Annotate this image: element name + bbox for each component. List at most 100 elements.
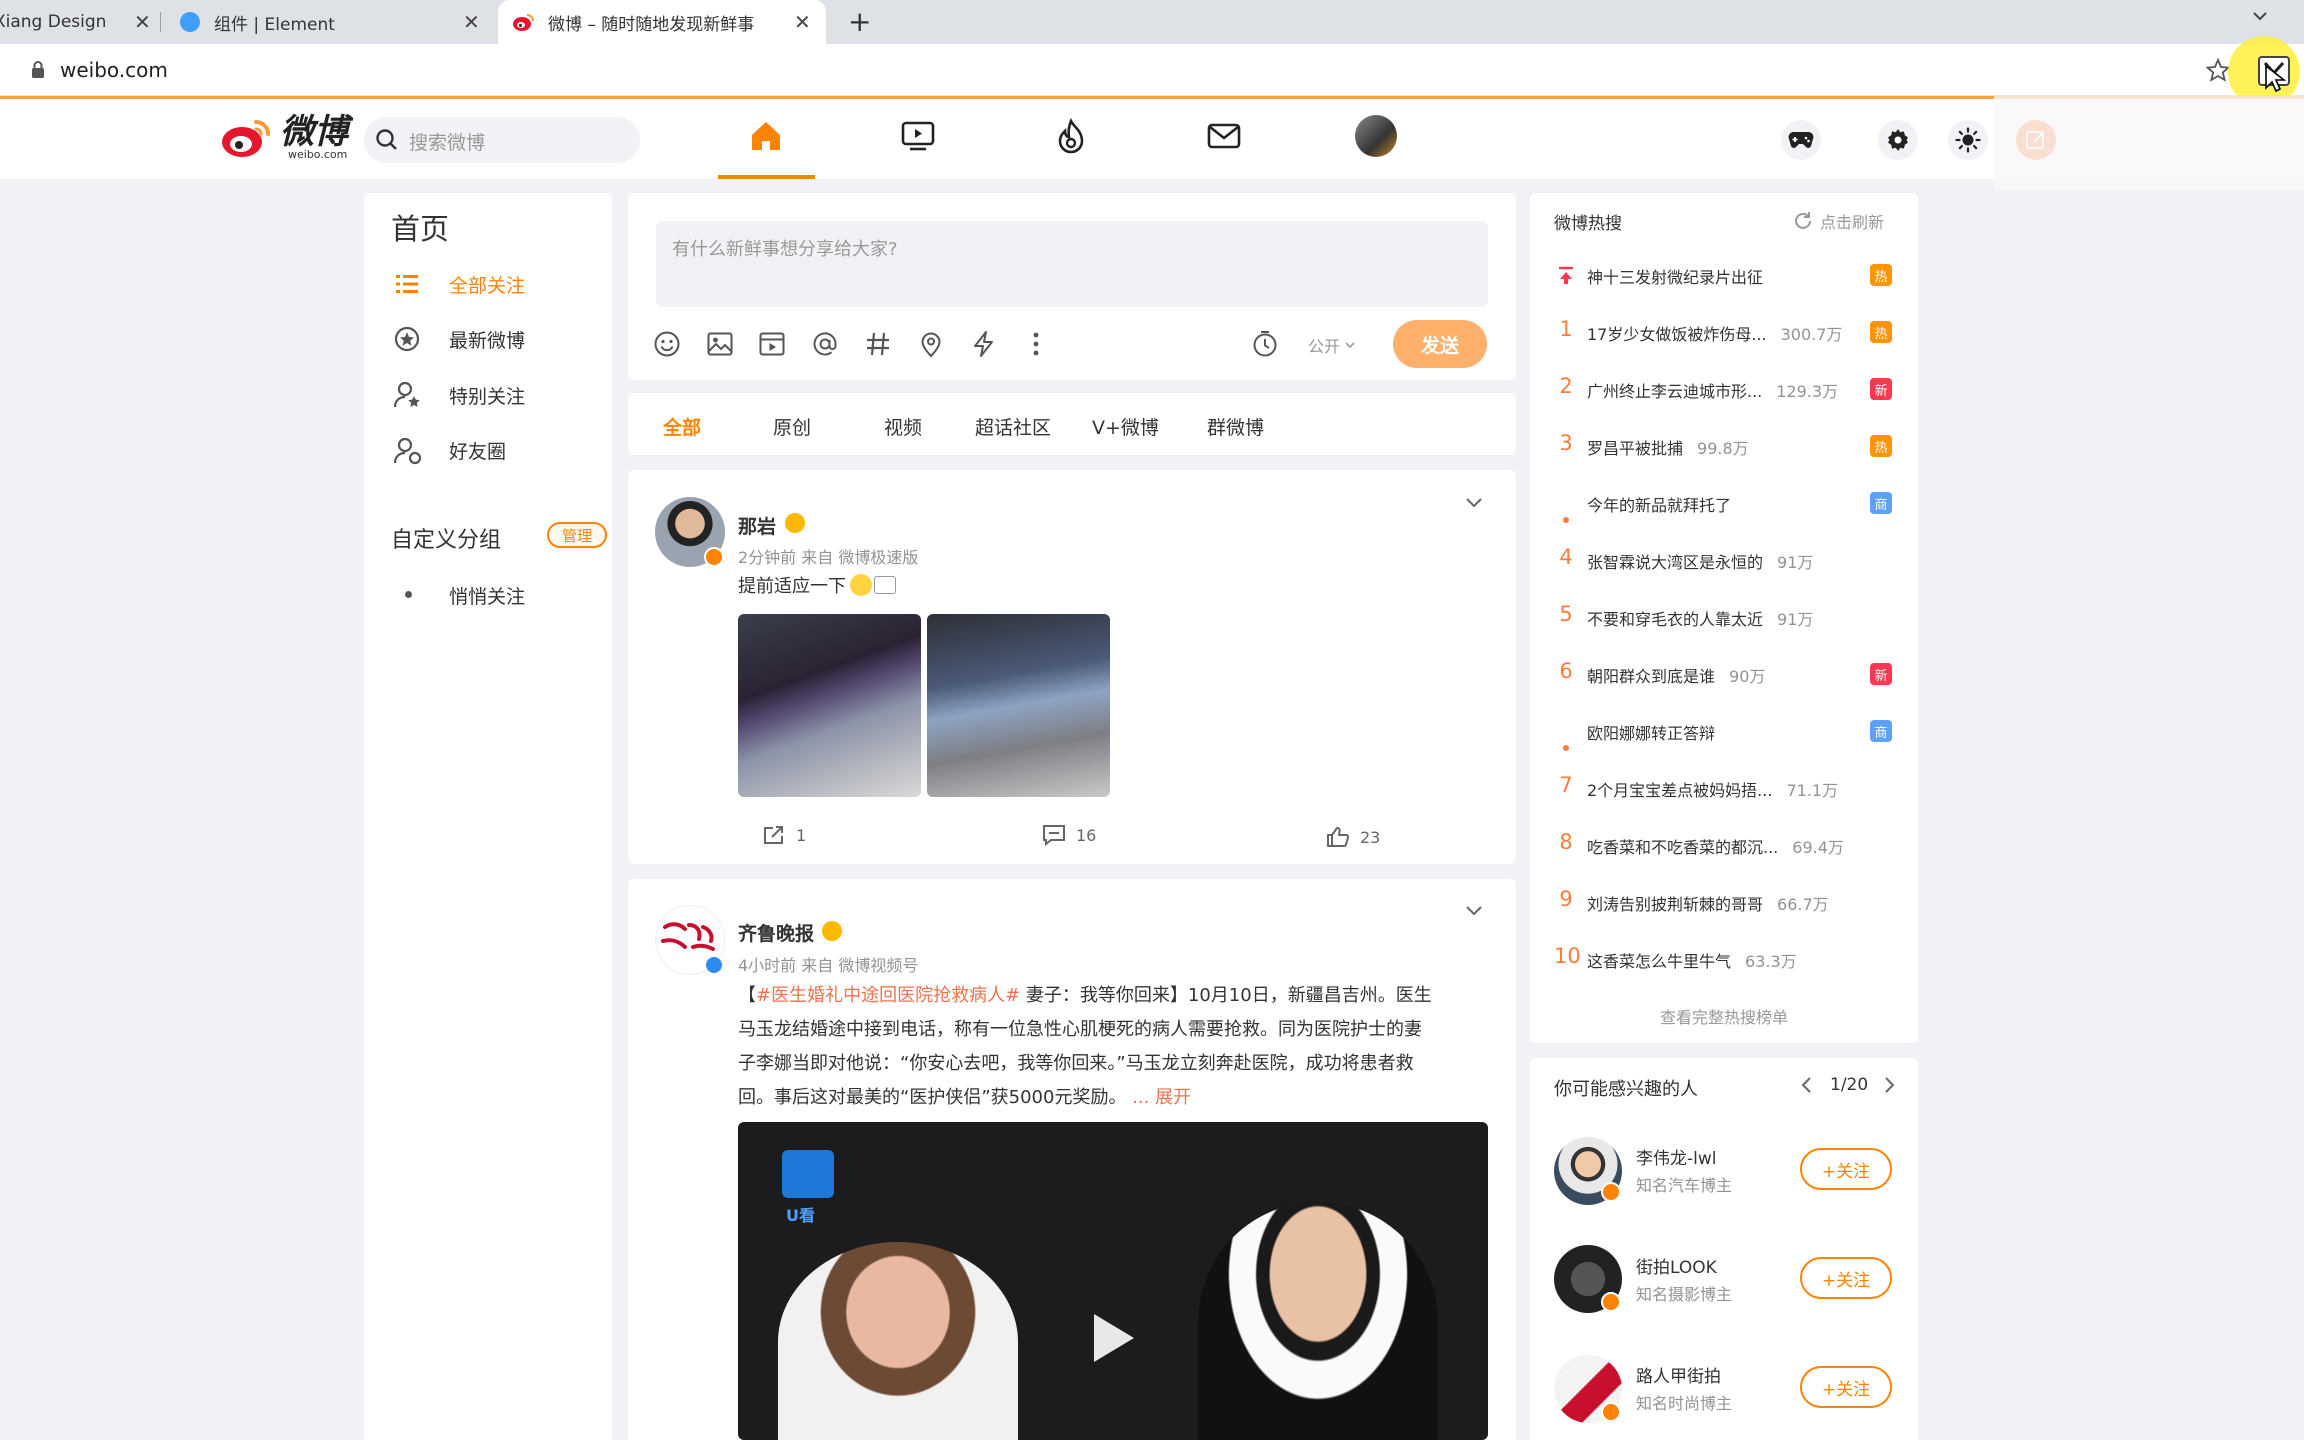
message-icon[interactable] bbox=[1206, 118, 1242, 154]
sidebar-item-special[interactable]: 特别关注 bbox=[449, 382, 525, 409]
hot-search-title: 微博热搜 bbox=[1554, 214, 1622, 234]
tab-super-topic[interactable]: 超话社区 bbox=[975, 413, 1051, 440]
hot-search-item[interactable]: 1 17岁少女做饭被炸伤母... 300.7万 热 bbox=[1554, 309, 1894, 365]
hot-search-title: 今年的新品就拜托了 bbox=[1587, 496, 1732, 515]
vip-badge-icon bbox=[822, 921, 842, 941]
post-image[interactable] bbox=[738, 614, 921, 797]
post-menu-chevron-icon[interactable] bbox=[1464, 900, 1484, 920]
hot-search-item[interactable]: 欧阳娜娜转正答辩 商 bbox=[1554, 708, 1894, 764]
manage-groups-button[interactable]: 管理 bbox=[547, 522, 607, 548]
hashtag-icon[interactable] bbox=[864, 330, 892, 358]
sidebar-item-friends[interactable]: 好友圈 bbox=[449, 437, 506, 464]
tab-search-chevron-icon[interactable] bbox=[2250, 6, 2270, 26]
hot-search-item[interactable]: 7 2个月宝宝差点被妈妈捂... 71.1万 bbox=[1554, 765, 1894, 821]
sidebar-item-secret[interactable]: 悄悄关注 bbox=[449, 582, 525, 609]
tab-original[interactable]: 原创 bbox=[773, 413, 811, 440]
image-icon[interactable] bbox=[706, 330, 734, 358]
address-bar bbox=[0, 44, 2304, 96]
location-icon[interactable] bbox=[917, 330, 945, 358]
browser-tab-active[interactable]: 微博 – 随时随地发现新鲜事 ✕ bbox=[498, 0, 826, 44]
lightning-icon[interactable] bbox=[970, 330, 998, 358]
sidebar-item-all-follow[interactable]: 全部关注 bbox=[449, 271, 525, 298]
video-icon[interactable] bbox=[900, 118, 936, 154]
verified-badge-icon bbox=[1601, 1402, 1621, 1422]
url-field[interactable]: weibo.com bbox=[60, 58, 168, 82]
follow-button[interactable]: +关注 bbox=[1800, 1366, 1892, 1408]
schedule-clock-icon[interactable] bbox=[1251, 330, 1279, 358]
sidebar-item-latest[interactable]: 最新微博 bbox=[449, 326, 525, 353]
lock-icon[interactable] bbox=[30, 60, 46, 80]
search-box[interactable] bbox=[364, 117, 640, 163]
close-tab-icon[interactable]: ✕ bbox=[134, 10, 151, 34]
bookmark-star-icon[interactable] bbox=[2206, 58, 2230, 82]
close-tab-icon[interactable]: ✕ bbox=[794, 10, 811, 34]
post-menu-chevron-icon[interactable] bbox=[1464, 492, 1484, 512]
profile-avatar[interactable] bbox=[1355, 115, 1397, 157]
composer-input[interactable]: 有什么新鲜事想分享给大家? bbox=[656, 221, 1488, 307]
post-author-name[interactable]: 齐鲁晚报 bbox=[738, 919, 814, 946]
hot-search-item[interactable]: 今年的新品就拜托了 商 bbox=[1554, 480, 1894, 536]
pager-text: 1/20 bbox=[1830, 1075, 1869, 1095]
follow-button[interactable]: +关注 bbox=[1800, 1257, 1892, 1299]
comment-button[interactable]: 16 bbox=[1042, 824, 1096, 846]
theme-icon[interactable] bbox=[1948, 120, 1988, 160]
hot-search-count: 66.7万 bbox=[1777, 895, 1829, 914]
hot-icon[interactable] bbox=[1053, 118, 1089, 156]
tab-video[interactable]: 视频 bbox=[884, 413, 922, 440]
tab-group[interactable]: 群微博 bbox=[1207, 413, 1264, 440]
refresh-button[interactable]: 点击刷新 bbox=[1792, 209, 1884, 233]
emoji-icon[interactable] bbox=[653, 330, 681, 358]
hot-search-item[interactable]: 神十三发射微纪录片出征 热 bbox=[1554, 252, 1894, 308]
expand-link[interactable]: 展开 bbox=[1155, 1087, 1191, 1108]
hot-search-item[interactable]: 2 广州终止李云迪城市形... 129.3万 新 bbox=[1554, 366, 1894, 422]
post-image[interactable] bbox=[927, 614, 1110, 797]
browser-tab[interactable]: Xiang Design ✕ bbox=[0, 0, 161, 44]
next-page-chevron-icon[interactable] bbox=[1882, 1076, 1896, 1094]
hot-rank-number: 7 bbox=[1559, 773, 1573, 797]
weibo-logo-icon bbox=[222, 120, 270, 157]
post-text: 【#医生婚礼中途回医院抢救病人# 妻子：我等你回来】10月10日，新疆昌吉州。医… bbox=[738, 979, 1488, 1115]
hot-search-item[interactable]: 4 张智霖说大湾区是永恒的 91万 bbox=[1554, 537, 1894, 593]
video-upload-icon[interactable] bbox=[758, 330, 786, 358]
visibility-select[interactable]: 公开 bbox=[1308, 333, 1356, 357]
post-video[interactable]: U看 bbox=[738, 1122, 1488, 1440]
tab-all[interactable]: 全部 bbox=[663, 413, 701, 440]
more-icon[interactable] bbox=[1022, 330, 1050, 358]
post-author-name[interactable]: 那岩 bbox=[738, 512, 776, 539]
like-button[interactable]: 23 bbox=[1326, 826, 1380, 848]
home-icon[interactable] bbox=[748, 118, 784, 154]
mention-icon[interactable] bbox=[811, 330, 839, 358]
hashtag-link[interactable]: #医生婚礼中途回医院抢救病人# bbox=[756, 985, 1020, 1006]
hot-search-title: 不要和穿毛衣的人靠太近 bbox=[1587, 610, 1764, 629]
hot-search-title: 欧阳娜娜转正答辩 bbox=[1587, 724, 1716, 743]
tab-vplus[interactable]: V+微博 bbox=[1092, 413, 1159, 440]
repost-icon bbox=[764, 826, 783, 844]
new-tab-button[interactable]: + bbox=[848, 5, 871, 38]
settings-icon[interactable] bbox=[1878, 120, 1918, 160]
close-tab-icon[interactable]: ✕ bbox=[463, 10, 480, 34]
suggested-user-name[interactable]: 街拍LOOK bbox=[1636, 1253, 1717, 1278]
hot-search-title: 广州终止李云迪城市形... bbox=[1587, 382, 1763, 401]
follow-button[interactable]: +关注 bbox=[1800, 1148, 1892, 1190]
view-all-hot-link[interactable]: 查看完整热搜榜单 bbox=[1530, 1004, 1918, 1028]
weibo-logo[interactable]: 微博 weibo.com bbox=[220, 114, 348, 160]
hot-search-text: 不要和穿毛衣的人靠太近 91万 bbox=[1587, 606, 1813, 630]
repost-button[interactable]: 1 bbox=[762, 824, 806, 846]
prev-page-chevron-icon[interactable] bbox=[1800, 1076, 1814, 1094]
suggested-user-name[interactable]: 李伟龙-lwl bbox=[1636, 1144, 1716, 1169]
hot-search-text: 吃香菜和不吃香菜的都沉... 69.4万 bbox=[1587, 834, 1844, 858]
hot-search-item[interactable]: 9 刘涛告别披荆斩棘的哥哥 66.7万 bbox=[1554, 879, 1894, 935]
game-icon[interactable] bbox=[1781, 120, 1821, 160]
hot-search-title: 17岁少女做饭被炸伤母... bbox=[1587, 325, 1767, 344]
suggested-user-desc: 知名汽车博主 bbox=[1636, 1176, 1733, 1195]
hot-search-item[interactable]: 8 吃香菜和不吃香菜的都沉... 69.4万 bbox=[1554, 822, 1894, 878]
hot-search-item[interactable]: 6 朝阳群众到底是谁 90万 新 bbox=[1554, 651, 1894, 707]
play-icon[interactable] bbox=[1090, 1312, 1136, 1364]
hot-rank-number: 5 bbox=[1559, 602, 1573, 626]
hot-search-item[interactable]: 10 这香菜怎么牛里牛气 63.3万 bbox=[1554, 936, 1894, 992]
browser-tab[interactable]: 组件 | Element ✕ bbox=[166, 0, 496, 44]
hot-search-item[interactable]: 5 不要和穿毛衣的人靠太近 91万 bbox=[1554, 594, 1894, 650]
hot-search-item[interactable]: 3 罗昌平被批捕 99.8万 热 bbox=[1554, 423, 1894, 479]
suggested-user-name[interactable]: 路人甲街拍 bbox=[1636, 1362, 1721, 1387]
send-button[interactable]: 发送 bbox=[1393, 320, 1487, 368]
